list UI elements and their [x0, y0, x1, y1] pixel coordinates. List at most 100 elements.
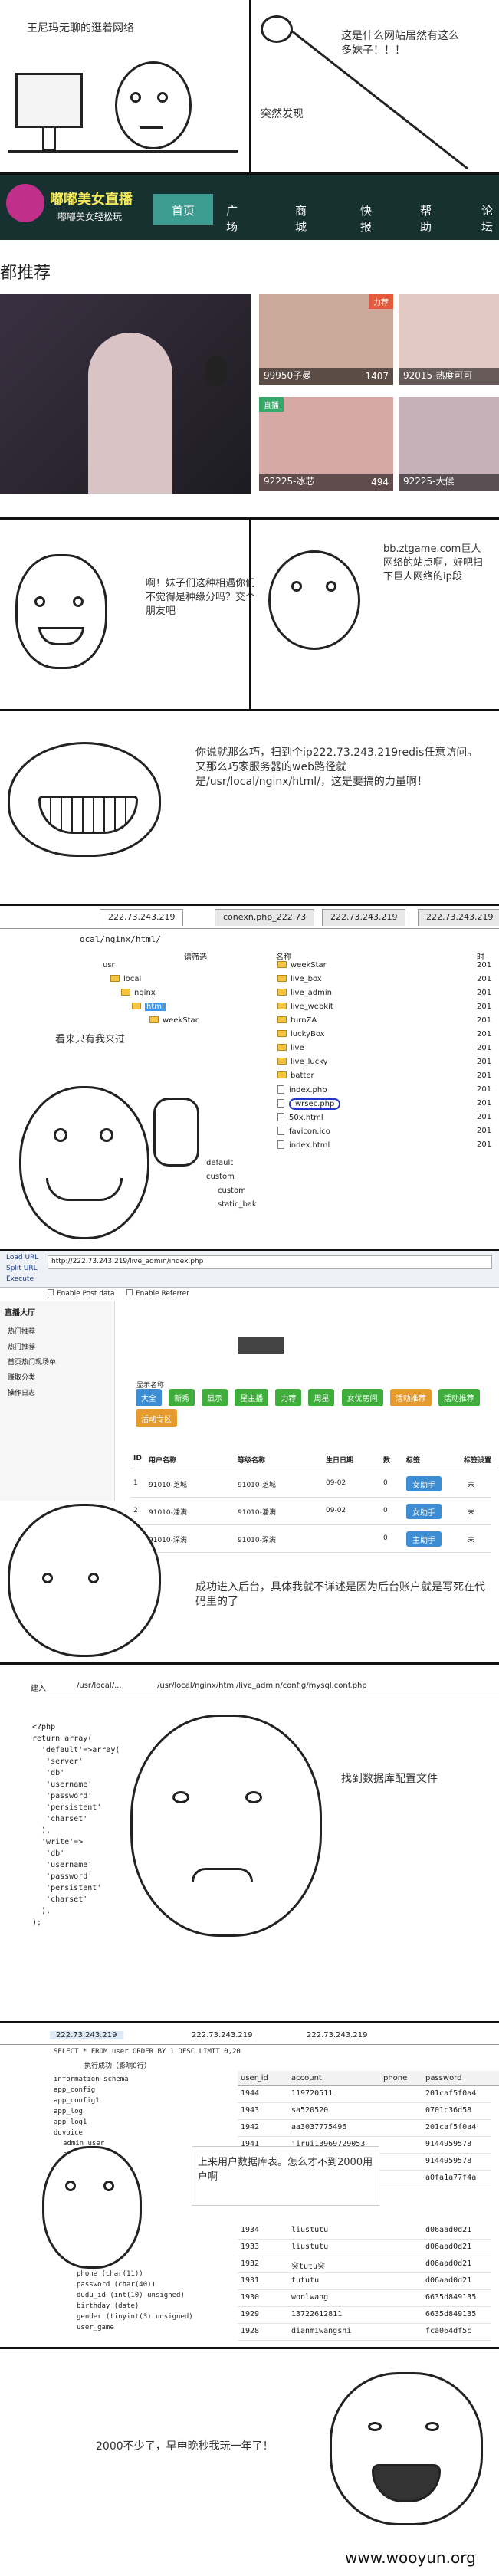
sidebar-item[interactable]: 热门推荐 [8, 1341, 35, 1351]
db-tab[interactable]: 222.73.243.219 [307, 2031, 368, 2039]
right-eye [157, 92, 168, 103]
nav-home[interactable]: 首页 [153, 194, 213, 225]
tag[interactable]: 大全 [136, 1389, 162, 1406]
tree-local[interactable]: local [100, 975, 261, 989]
editor-tab[interactable]: 建入 [31, 1682, 46, 1693]
tree-nginx[interactable]: nginx [100, 989, 261, 1003]
search-button[interactable] [238, 1337, 284, 1354]
admin-table: ID 用户名称 等级名称 生日日期 数 标签 标签设置 1 91010-芝城 9… [130, 1449, 498, 1564]
tag[interactable]: 活动推荐 [389, 1389, 432, 1406]
tag[interactable]: 力荐 [275, 1389, 302, 1406]
file-row[interactable]: live_lucky 201 [274, 1058, 497, 1071]
grid-row: 1930 wonlwang 6635d849135 [238, 2290, 491, 2307]
caption-only-me: 看来只有我来过 [55, 1034, 126, 1045]
db-tab[interactable]: 222.73.243.219 [192, 2031, 253, 2039]
stream-card-4[interactable]: 92225-大候 [399, 397, 499, 491]
tree-usr[interactable]: usr [100, 961, 261, 975]
file-row[interactable]: weekStar 201 [274, 961, 497, 975]
hackbar-execute[interactable]: Execute [6, 1275, 34, 1283]
tree-weekstar[interactable]: weekStar [149, 1016, 199, 1030]
sql-query[interactable]: SELECT * FROM user ORDER BY 1 DESC LIMIT… [54, 2048, 498, 2056]
thinking-face [268, 550, 360, 650]
card-count: 494 [371, 477, 389, 487]
file-row[interactable]: live 201 [274, 1044, 497, 1058]
tab-2[interactable]: conexn.php_222.73 [215, 909, 315, 926]
file-row[interactable]: luckyBox 201 [274, 1030, 497, 1044]
file-row[interactable]: index.html 201 [274, 1140, 497, 1154]
right-eye [326, 581, 336, 592]
folder-icon [277, 975, 287, 982]
enable-referrer-checkbox[interactable]: Enable Referrer [126, 1289, 189, 1298]
file-row[interactable]: favicon.ico 201 [274, 1127, 497, 1140]
tree-default[interactable]: default [203, 1159, 233, 1173]
tab-4[interactable]: 222.73.243.219 [418, 909, 499, 926]
sidebar-item[interactable]: 首页热门现场单 [8, 1357, 56, 1367]
filter-label: 请筛选 [184, 953, 207, 962]
file-row[interactable]: index.php 201 [274, 1085, 497, 1099]
featured-stream[interactable] [0, 294, 251, 494]
file-row[interactable]: live_box 201 [274, 975, 497, 989]
file-row[interactable]: live_admin 201 [274, 989, 497, 1003]
hackbar-load-url[interactable]: Load URL [6, 1254, 38, 1262]
stream-card-3[interactable]: 直播 92225-冰芯 494 [259, 397, 393, 491]
assistant-button[interactable]: 主助手 [406, 1531, 442, 1547]
enable-post-checkbox[interactable]: Enable Post data [48, 1289, 114, 1298]
tab-3[interactable]: 222.73.243.219 [322, 909, 406, 926]
section-title: 都推荐 [0, 264, 51, 283]
tree-static-bak[interactable]: static_bak [215, 1200, 257, 1214]
watermark: www.wooyun.org [345, 2548, 476, 2567]
stream-card-1[interactable]: 力荐 99950子曼 1407 [259, 294, 393, 385]
tree-custom-2[interactable]: custom [215, 1186, 246, 1200]
nav-help[interactable]: 帮助 [420, 202, 432, 235]
site-logo[interactable] [6, 184, 44, 222]
sidebar-item[interactable]: 赚取分类 [8, 1372, 35, 1382]
sidebar-item[interactable]: 热门推荐 [8, 1326, 35, 1336]
grid-row: 1944 119720511 201caf5f0a4 [238, 2086, 491, 2103]
grid-row: 1928 dianmiwangshi fca064df5c [238, 2324, 491, 2341]
tag[interactable]: 新秀 [169, 1389, 195, 1406]
sidebar-item[interactable]: 操作日志 [8, 1387, 35, 1397]
tree-html[interactable]: html [100, 1003, 261, 1016]
admin-panel: Load URL Split URL Execute http://222.73… [0, 1251, 499, 1665]
address-bar[interactable]: ocal/nginx/html/ [77, 932, 307, 947]
col-name-header: 名称 [276, 953, 291, 962]
file-row-wrsec[interactable]: wrsec.php 201 [274, 1098, 497, 1113]
nav-mall[interactable]: 商城 [295, 202, 307, 235]
tag[interactable]: 星主播 [235, 1389, 269, 1406]
caption-girls: 啊！妹子们这种相遇你们不觉得是种缘分吗？交个朋友吧 [146, 578, 256, 617]
tag[interactable]: 周星 [308, 1389, 335, 1406]
url-input[interactable]: http://222.73.243.219/live_admin/index.p… [48, 1255, 492, 1269]
caption-scan: bb.ztgame.com巨人网络的站点啊，好吧扫下巨人网络的ip段 [383, 543, 484, 582]
tag[interactable]: 显示 [202, 1389, 228, 1406]
card-name: 92225-冰芯 [264, 476, 315, 487]
comic-panel-9: 2000不少了，早申晚秒我玩一年了！ www.wooyun.org [0, 2349, 499, 2576]
yao-face [330, 2372, 483, 2525]
file-row[interactable]: turnZA 201 [274, 1016, 497, 1030]
sidebar-title: 直播大厅 [5, 1309, 35, 1318]
tab-1[interactable]: 222.73.243.219 [100, 909, 184, 926]
right-eye [103, 2181, 114, 2191]
assistant-button[interactable]: 女助手 [406, 1504, 442, 1519]
hackbar-split-url[interactable]: Split URL [6, 1265, 38, 1272]
file-row[interactable]: live_webkit 201 [274, 1003, 497, 1016]
tag[interactable]: 女优房间 [341, 1389, 383, 1406]
editor-tab[interactable]: /usr/local/nginx/html/live_admin/config/… [157, 1682, 367, 1690]
grid-row: 1934 liustutu d06aad0d21 [238, 2223, 491, 2240]
stream-card-2[interactable]: 92015-热度可可 [399, 294, 499, 385]
nav-news[interactable]: 快报 [360, 202, 372, 235]
tag[interactable]: 活动专区 [136, 1409, 177, 1427]
pondering-face [42, 2146, 142, 2269]
folder-icon [277, 989, 287, 996]
tag[interactable]: 活动推荐 [438, 1389, 480, 1406]
file-row[interactable]: 50x.html 201 [274, 1113, 497, 1127]
tree-custom[interactable]: custom [203, 1173, 235, 1186]
nav-forum[interactable]: 论坛 [481, 202, 493, 235]
left-eye [42, 1573, 53, 1583]
comic-panel-3: 啊！妹子们这种相遇你们不觉得是种缘分吗？交个朋友吧 bb.ztgame.com巨… [0, 520, 499, 711]
nav-square[interactable]: 广场 [226, 202, 238, 235]
db-tab[interactable]: 222.73.243.219 [50, 2031, 123, 2039]
file-row[interactable]: batter 201 [274, 1071, 497, 1085]
editor-tab[interactable]: /usr/local/... [77, 1682, 122, 1690]
assistant-button[interactable]: 女助手 [406, 1476, 442, 1491]
grid-row: 1929 13722612811 6635d849135 [238, 2307, 491, 2324]
